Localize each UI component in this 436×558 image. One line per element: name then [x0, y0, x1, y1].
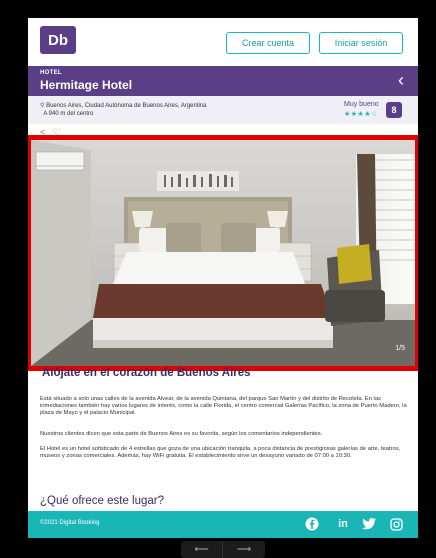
description-paragraph-3: El Hotel es un hotel sofisticado de 4 es… — [40, 446, 401, 460]
next-arrow-icon[interactable]: ⟶ — [223, 541, 265, 558]
previous-arrow-icon[interactable]: ⟵ — [181, 541, 223, 558]
copyright-text: ©2021 Digital Booking — [40, 520, 100, 526]
offer-section-title: ¿Qué ofrece este lugar? — [40, 495, 165, 507]
location-pin-icon: ⚲ — [40, 103, 45, 109]
address-line-2: A 940 m del centro — [43, 111, 94, 117]
gallery-nav-controls: ⟵ ⟶ — [181, 541, 265, 558]
description-paragraph-1: Está situado a solo unas calles de la av… — [40, 396, 407, 417]
hotel-info-bar: ⚲ Buenos Aires, Ciudad Autónoma de Bueno… — [28, 96, 418, 124]
gallery-counter: 1/5 — [395, 345, 405, 352]
page: Db Crear cuenta Iniciar sesión HOTEL Her… — [28, 18, 418, 538]
description-paragraph-2: Nuestros clientes dicen que esta parte d… — [40, 431, 323, 437]
hotel-room-photo — [31, 140, 415, 366]
hotel-category: HOTEL — [40, 70, 62, 76]
section-title: Alójate en el corazón de Buenos Aires — [42, 367, 251, 379]
create-account-button[interactable]: Crear cuenta — [226, 32, 310, 54]
star-rating: ★★★★☆ — [344, 111, 378, 118]
hotel-address: ⚲ Buenos Aires, Ciudad Autónoma de Bueno… — [40, 102, 207, 118]
image-gallery[interactable]: 1/5 — [28, 135, 418, 371]
rating-label: Muy bueno — [344, 101, 379, 108]
back-chevron-icon[interactable]: ‹ — [398, 70, 404, 90]
hotel-name: Hermitage Hotel — [40, 78, 133, 92]
address-line-1: Buenos Aires, Ciudad Autónoma de Buenos … — [46, 103, 207, 109]
hotel-title-bar: HOTEL Hermitage Hotel ‹ — [28, 66, 418, 96]
footer: ©2021 Digital Booking in — [28, 511, 418, 538]
facebook-icon[interactable] — [304, 516, 320, 532]
score-badge: 8 — [386, 102, 402, 118]
linkedin-icon[interactable]: in — [335, 516, 351, 532]
top-navigation: Db Crear cuenta Iniciar sesión — [28, 18, 418, 66]
login-button[interactable]: Iniciar sesión — [319, 32, 403, 54]
twitter-icon[interactable] — [361, 516, 377, 532]
logo[interactable]: Db — [40, 26, 76, 54]
instagram-icon[interactable] — [388, 516, 404, 532]
